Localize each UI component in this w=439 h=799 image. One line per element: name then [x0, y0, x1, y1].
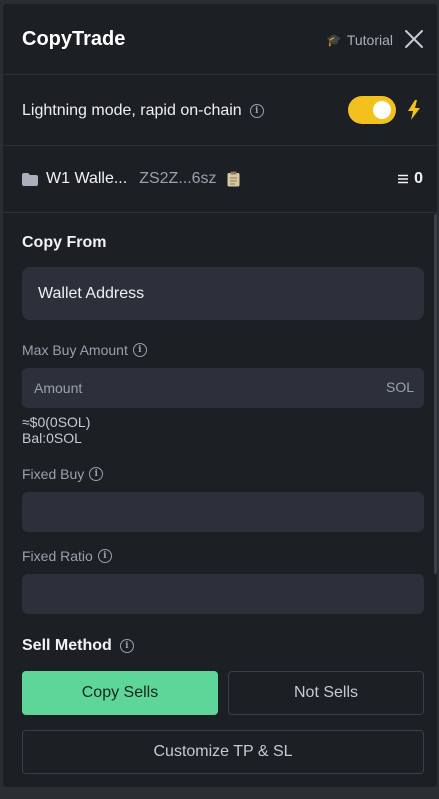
max-buy-label-group: Max Buy Amount i [22, 342, 147, 358]
copy-sells-button[interactable]: Copy Sells [22, 671, 218, 715]
panel-title: CopyTrade [22, 28, 126, 50]
tutorial-link[interactable]: 🎓 Tutorial [327, 32, 393, 48]
panel-header: CopyTrade 🎓 Tutorial [3, 4, 437, 75]
wallet-info: W1 Walle... ZS2Z...6sz [22, 170, 240, 188]
wallet-balance-value: 0 [414, 170, 423, 187]
info-icon[interactable]: i [89, 467, 104, 481]
copy-from-label: Copy From [22, 234, 107, 251]
copytrade-panel: CopyTrade 🎓 Tutorial Lightning mode, rap… [3, 4, 437, 787]
fixed-buy-input[interactable] [22, 492, 424, 532]
not-sells-button[interactable]: Not Sells [228, 671, 424, 715]
sol-balance: Bal:0SOL [22, 430, 82, 446]
lightning-mode-label-group: Lightning mode, rapid on-chain i [22, 102, 264, 120]
wallet-name: W1 Walle... [46, 170, 128, 187]
wallet-address: ZS2Z...6sz [139, 170, 217, 187]
sell-method-label: Sell Method [22, 637, 112, 654]
scrollbar[interactable] [434, 214, 437, 574]
info-icon[interactable]: i [249, 104, 264, 118]
wallet-address-input[interactable]: Wallet Address [22, 267, 424, 320]
fixed-ratio-label-group: Fixed Ratio i [22, 548, 112, 564]
lightning-mode-label: Lightning mode, rapid on-chain [22, 102, 242, 119]
fixed-ratio-label: Fixed Ratio [22, 548, 93, 564]
graduation-cap-icon: 🎓 [326, 33, 342, 47]
max-buy-amount-input[interactable]: Amount SOL [22, 368, 424, 408]
info-icon[interactable]: i [119, 639, 134, 653]
usd-estimate: ≈$0(0SOL) [22, 414, 91, 430]
lightning-bolt-icon [408, 100, 420, 120]
fixed-buy-label-group: Fixed Buy i [22, 466, 104, 482]
toggle-knob [373, 101, 391, 119]
wallet-row[interactable]: W1 Walle... ZS2Z...6sz 0 [3, 146, 437, 213]
customize-tp-sl-button[interactable]: Customize TP & SL [22, 730, 424, 774]
sol-lines-icon [398, 174, 409, 184]
close-icon[interactable] [403, 28, 425, 50]
wallet-balance: 0 [397, 170, 423, 188]
folder-icon [22, 172, 38, 186]
info-icon[interactable]: i [132, 343, 147, 357]
info-icon[interactable]: i [97, 549, 112, 563]
wallet-address-placeholder: Wallet Address [38, 284, 145, 302]
amount-estimate: ≈$0(0SOL) Bal:0SOL [22, 414, 90, 446]
clipboard-icon[interactable] [227, 171, 240, 187]
tutorial-label: Tutorial [346, 32, 393, 48]
sell-method-label-group: Sell Method i [22, 637, 134, 655]
amount-placeholder: Amount [34, 380, 83, 396]
fixed-ratio-input[interactable] [22, 574, 424, 614]
max-buy-label: Max Buy Amount [22, 342, 128, 358]
lightning-mode-toggle[interactable] [348, 96, 396, 124]
fixed-buy-label: Fixed Buy [22, 466, 85, 482]
amount-unit: SOL [385, 379, 414, 395]
